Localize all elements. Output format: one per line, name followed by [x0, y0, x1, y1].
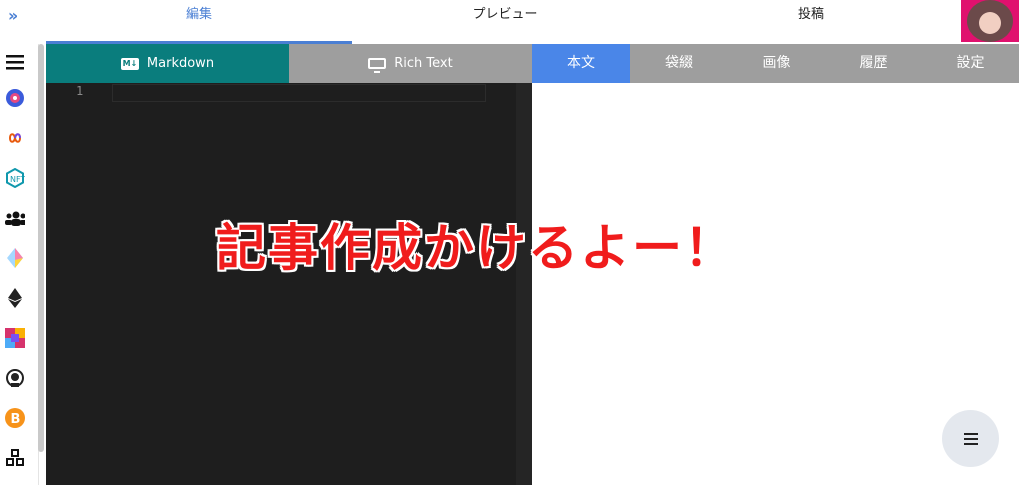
hamburger-icon: [963, 432, 978, 445]
richtext-mode-button[interactable]: Rich Text: [289, 44, 532, 83]
tab-body[interactable]: 本文: [532, 44, 630, 83]
double-chevron-right-icon[interactable]: ››: [8, 6, 18, 25]
tab-edit[interactable]: 編集: [46, 0, 352, 44]
infinity-icon[interactable]: [5, 128, 25, 148]
bitcoin-icon[interactable]: B: [5, 408, 25, 428]
tab-post[interactable]: 投稿: [658, 0, 964, 44]
top-nav: ›› 編集 プレビュー 投稿: [0, 0, 1024, 44]
overlay-caption: 記事作成かけるよー！: [216, 219, 736, 277]
crystal-icon[interactable]: [5, 248, 25, 268]
menu-icon[interactable]: [5, 52, 25, 72]
avatar[interactable]: [961, 0, 1019, 42]
pie-logo-icon[interactable]: [5, 88, 25, 108]
cubes-icon[interactable]: [5, 448, 25, 468]
tab-preview[interactable]: プレビュー: [352, 0, 658, 44]
nft-icon[interactable]: NFT: [5, 168, 25, 188]
markdown-mode-label: Markdown: [146, 56, 215, 71]
editor-scroll-track: [516, 83, 532, 485]
monitor-icon: [368, 58, 387, 73]
users-icon[interactable]: [5, 208, 25, 228]
avatar-face: [979, 12, 1001, 34]
art-thumbnail-icon[interactable]: [5, 328, 25, 348]
richtext-mode-label: Rich Text: [394, 56, 453, 71]
tab-settings[interactable]: 設定: [922, 44, 1019, 83]
line-number: 1: [76, 84, 84, 98]
ethereum-icon[interactable]: [5, 288, 25, 308]
right-tabs: 本文 袋綴 画像 履歴 設定: [532, 44, 1019, 83]
markdown-mode-button[interactable]: M↓ Markdown: [46, 44, 289, 83]
sidebar-scrollbar[interactable]: [38, 44, 44, 452]
floating-menu-button[interactable]: [942, 410, 999, 467]
markdown-editor[interactable]: [46, 83, 532, 485]
tab-images[interactable]: 画像: [728, 44, 825, 83]
markdown-icon: M↓: [120, 57, 139, 70]
tab-binding[interactable]: 袋綴: [630, 44, 728, 83]
svg-text:NFT: NFT: [10, 175, 25, 184]
sidebar: NFT B: [0, 44, 39, 485]
active-line[interactable]: [112, 84, 486, 102]
svg-text:B: B: [11, 412, 21, 427]
tab-history[interactable]: 履歴: [825, 44, 922, 83]
astronaut-icon[interactable]: [5, 368, 25, 388]
